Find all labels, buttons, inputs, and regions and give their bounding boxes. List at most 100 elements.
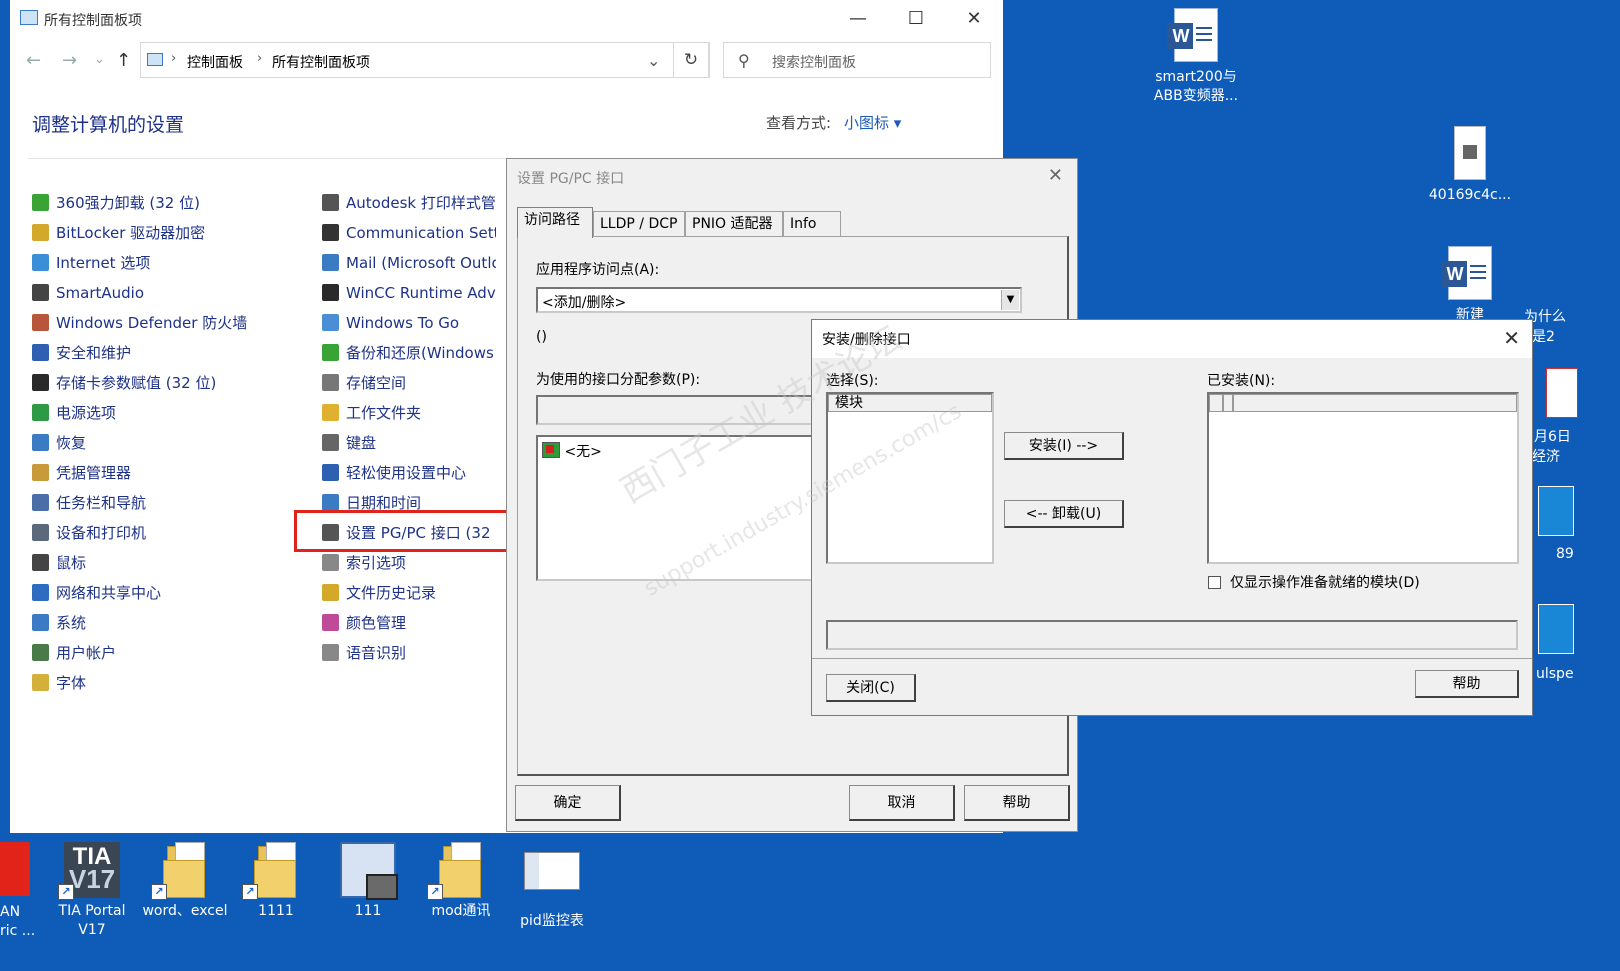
cp-item-label: 存储卡参数赋值 (32 位) xyxy=(56,374,217,392)
desktop-icon-smart200[interactable]: W smart200与 ABB变频器... xyxy=(1148,8,1244,106)
uninstall-icon xyxy=(32,194,49,211)
cp-item-mail[interactable]: Mail (Microsoft Outloo xyxy=(322,251,496,275)
app-icon-partial[interactable] xyxy=(0,842,30,896)
cp-item-printer[interactable]: 设备和打印机 xyxy=(32,521,292,545)
control-panel-icon xyxy=(20,10,38,25)
help-button[interactable]: 帮助 xyxy=(964,785,1070,821)
breadcrumb-control-panel[interactable]: 控制面板 xyxy=(187,52,243,72)
cp-item-wincc[interactable]: WinCC Runtime Advanc xyxy=(322,281,496,305)
cp-item-network[interactable]: 网络和共享中心 xyxy=(32,581,292,605)
cp-item-system[interactable]: 系统 xyxy=(32,611,292,635)
users-icon xyxy=(32,644,49,661)
cp-item-microphone[interactable]: 语音识别 xyxy=(322,641,496,665)
interface-param-label: 为使用的接口分配参数(P): xyxy=(536,372,701,388)
desktop-icon-label: smart200与 ABB变频器... xyxy=(1153,69,1239,104)
list-item[interactable]: <无> xyxy=(542,441,602,461)
cp-item-mouse[interactable]: 鼠标 xyxy=(32,551,292,575)
uninstall-button[interactable]: <-- 卸载(U) xyxy=(1004,500,1124,528)
only-ready-checkbox[interactable] xyxy=(1208,576,1221,589)
cp-item-memory-card[interactable]: 存储卡参数赋值 (32 位) xyxy=(32,371,292,395)
cp-item-key[interactable]: BitLocker 驱动器加密 xyxy=(32,221,292,245)
desktop-icon-word-excel[interactable]: ↗ word、excel xyxy=(137,842,233,921)
cp-item-accessibility[interactable]: 轻松使用设置中心 xyxy=(322,461,496,485)
cancel-button[interactable]: 取消 xyxy=(849,785,955,821)
cp-item-power[interactable]: 电源选项 xyxy=(32,401,292,425)
cp-item-label: Mail (Microsoft Outloo xyxy=(346,254,496,272)
close-dialog-button[interactable]: 关闭(C) xyxy=(826,674,916,702)
desktop-icon-111[interactable]: 111 xyxy=(320,842,416,921)
column-header[interactable] xyxy=(1209,394,1223,412)
cp-item-keyboard[interactable]: 键盘 xyxy=(322,431,496,455)
view-by-dropdown[interactable]: 小图标 ▾ xyxy=(844,112,901,133)
cp-item-credential[interactable]: 凭据管理器 xyxy=(32,461,292,485)
tab-pnio-adapter[interactable]: PNIO 适配器 xyxy=(685,211,783,237)
tab-lldp-dcp[interactable]: LLDP / DCP xyxy=(593,211,685,237)
desktop-icon-mod[interactable]: ↗ mod通讯 xyxy=(413,842,509,921)
cp-item-storage[interactable]: 存储空间 xyxy=(322,371,496,395)
cp-item-firewall[interactable]: Windows Defender 防火墙 xyxy=(32,311,292,335)
cp-item-usb[interactable]: Windows To Go xyxy=(322,311,496,335)
plc-shortcut-icon[interactable] xyxy=(1538,486,1574,536)
tab-access-path[interactable]: 访问路径 xyxy=(517,207,593,238)
cp-item-globe[interactable]: Internet 选项 xyxy=(32,251,292,275)
back-arrow-icon[interactable]: ← xyxy=(26,50,41,71)
breadcrumb-all-items[interactable]: 所有控制面板项 xyxy=(272,52,370,72)
cp-item-backup[interactable]: 备份和还原(Windows 7) xyxy=(322,341,496,365)
chevron-down-icon[interactable]: ⌄ xyxy=(647,51,660,70)
cp-item-label: 电源选项 xyxy=(56,404,117,422)
close-icon[interactable]: ✕ xyxy=(1503,326,1520,350)
plc-shortcut-icon[interactable] xyxy=(1538,604,1574,654)
desktop-icon-pid[interactable]: pid监控表 xyxy=(504,842,600,931)
ok-button[interactable]: 确定 xyxy=(515,785,621,821)
column-header[interactable] xyxy=(1233,394,1517,412)
refresh-icon[interactable]: ↻ xyxy=(673,42,709,78)
close-icon[interactable]: ✕ xyxy=(1048,165,1063,186)
cp-item-printer[interactable]: Autodesk 打印样式管理 xyxy=(322,191,496,215)
module-column-header[interactable]: 模块 xyxy=(828,394,992,412)
minimize-button[interactable]: — xyxy=(835,6,881,32)
app-access-point-select[interactable]: <添加/删除> ▼ xyxy=(536,287,1022,313)
interface-list[interactable]: <无> xyxy=(536,435,832,581)
cp-item-users[interactable]: 用户帐户 xyxy=(32,641,292,665)
desktop-icon-new-doc[interactable]: W 新建 xyxy=(1422,246,1518,325)
address-bar[interactable]: › 控制面板 › 所有控制面板项 ⌄ xyxy=(140,42,710,78)
install-button[interactable]: 安装(I) --> xyxy=(1004,432,1124,460)
recent-locations-icon[interactable]: ⌄ xyxy=(94,52,105,67)
desktop-icon-40169c4c[interactable]: 40169c4c... xyxy=(1422,126,1518,205)
cp-item-uninstall[interactable]: 360强力卸载 (32 位) xyxy=(32,191,292,215)
cp-item-history[interactable]: 文件历史记录 xyxy=(322,581,496,605)
desktop-icon-tia-portal[interactable]: TIA V17 ↗ TIA Portal V17 xyxy=(44,842,140,940)
interface-param-field[interactable] xyxy=(536,395,832,425)
hmi-project-icon xyxy=(340,842,398,900)
cp-item-comm[interactable]: Communication Setting xyxy=(322,221,496,245)
cp-item-flag[interactable]: 安全和维护 xyxy=(32,341,292,365)
cp-item-audio[interactable]: SmartAudio xyxy=(32,281,292,305)
cp-item-taskbar[interactable]: 任务栏和导航 xyxy=(32,491,292,515)
installed-modules-list[interactable] xyxy=(1207,392,1519,564)
cp-item-color[interactable]: 颜色管理 xyxy=(322,611,496,635)
cp-item-label: 备份和还原(Windows 7) xyxy=(346,344,496,362)
cp-item-label: 设备和打印机 xyxy=(56,524,147,542)
column-header[interactable] xyxy=(1223,394,1233,412)
cp-item-recovery[interactable]: 恢复 xyxy=(32,431,292,455)
app-access-point-value: <添加/删除> xyxy=(542,295,627,311)
help-button[interactable]: 帮助 xyxy=(1415,670,1519,698)
storage-icon xyxy=(322,374,339,391)
audio-icon xyxy=(32,284,49,301)
forward-arrow-icon[interactable]: → xyxy=(62,50,77,71)
cp-item-folder[interactable]: 工作文件夹 xyxy=(322,401,496,425)
desktop-icon-label: 1111 xyxy=(258,903,294,919)
dropdown-arrow-icon[interactable]: ▼ xyxy=(1001,290,1019,310)
up-arrow-icon[interactable]: ↑ xyxy=(116,50,131,71)
cp-item-index[interactable]: 索引选项 xyxy=(322,551,496,575)
pdf-icon[interactable] xyxy=(1546,368,1578,418)
available-modules-list[interactable]: 模块 xyxy=(826,392,994,564)
tab-info[interactable]: Info xyxy=(783,211,841,237)
cp-item-font[interactable]: 字体 xyxy=(32,671,292,695)
maximize-button[interactable]: ☐ xyxy=(893,6,939,32)
search-input[interactable]: ⚲ 搜索控制面板 xyxy=(723,42,991,78)
desktop-icon-1111[interactable]: ↗ 1111 xyxy=(228,842,324,921)
index-icon xyxy=(322,554,339,571)
cp-item-label: 工作文件夹 xyxy=(346,404,422,422)
close-button[interactable]: ✕ xyxy=(951,6,997,32)
